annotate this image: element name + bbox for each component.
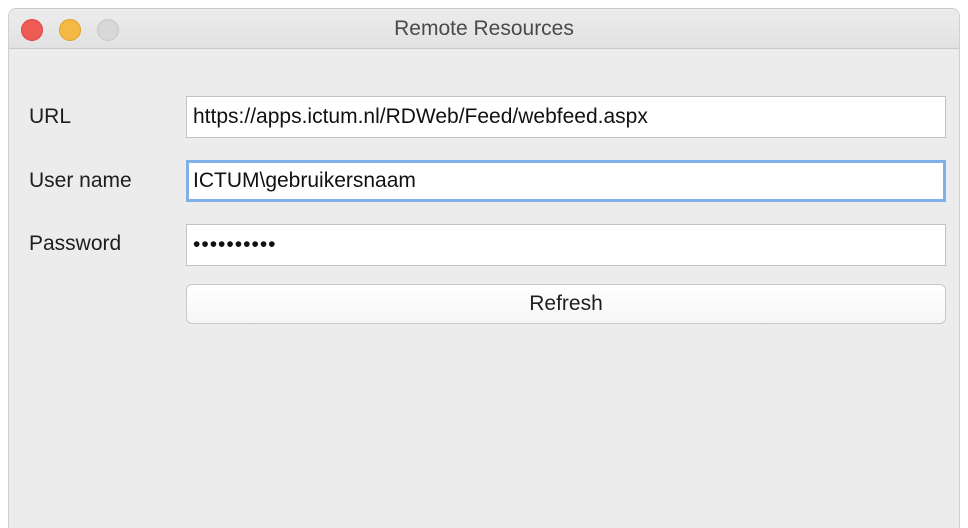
password-field[interactable]: •••••••••• xyxy=(186,224,946,266)
password-field-value: •••••••••• xyxy=(193,233,277,256)
username-field-value: ICTUM\gebruikersnaam xyxy=(193,169,416,192)
window-title: Remote Resources xyxy=(394,17,574,40)
remote-resources-window: Remote Resources URL https://apps.ictum.… xyxy=(8,8,960,528)
url-field-value: https://apps.ictum.nl/RDWeb/Feed/webfeed… xyxy=(193,105,648,128)
password-label: Password xyxy=(29,232,122,255)
username-label: User name xyxy=(29,169,132,192)
url-label: URL xyxy=(29,105,72,128)
refresh-button[interactable]: Refresh xyxy=(186,284,946,324)
username-field[interactable]: ICTUM\gebruikersnaam xyxy=(186,160,946,202)
url-field[interactable]: https://apps.ictum.nl/RDWeb/Feed/webfeed… xyxy=(186,96,946,138)
title-bar[interactable]: Remote Resources xyxy=(9,9,959,49)
